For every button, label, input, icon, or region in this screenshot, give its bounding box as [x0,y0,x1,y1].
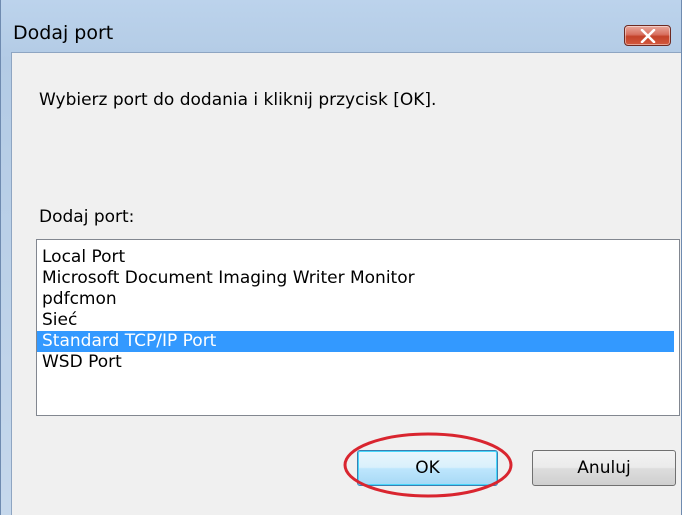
ok-button[interactable]: OK [357,450,498,486]
port-list-item[interactable]: Sieć [37,310,674,331]
close-x-icon [640,29,656,43]
instruction-text: Wybierz port do dodania i kliknij przyci… [39,90,437,110]
dialog-window: Dodaj port Wybierz port do dodania i kli… [0,0,682,515]
port-list-item[interactable]: Microsoft Document Imaging Writer Monito… [37,268,674,289]
title-bar[interactable]: Dodaj port [1,0,681,46]
port-list-label: Dodaj port: [39,207,135,227]
port-list-item[interactable]: Local Port [37,247,674,268]
window-title: Dodaj port [13,22,114,44]
dialog-body: Wybierz port do dodania i kliknij przyci… [11,52,681,515]
port-list-item[interactable]: WSD Port [37,352,674,373]
close-button[interactable] [624,25,671,46]
port-list-item-selected[interactable]: Standard TCP/IP Port [37,331,674,352]
port-listbox[interactable]: Local Port Microsoft Document Imaging Wr… [36,239,680,416]
port-list-item[interactable]: pdfcmon [37,289,674,310]
cancel-button[interactable]: Anuluj [532,450,676,486]
